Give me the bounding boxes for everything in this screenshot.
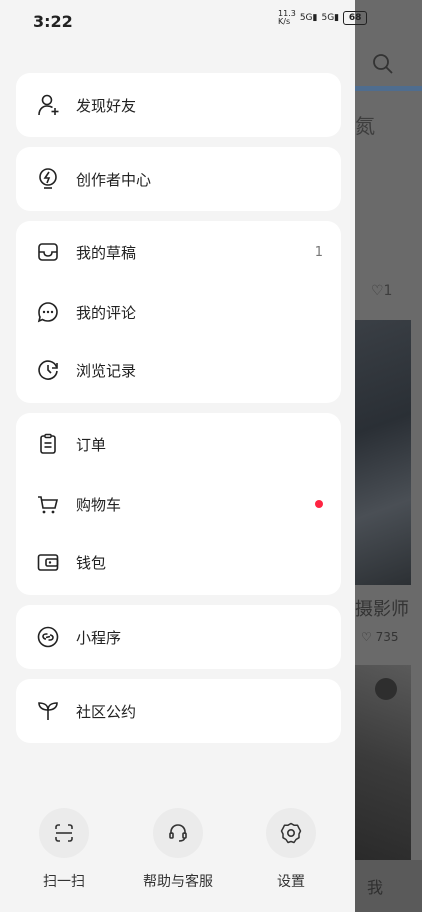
background-post-title: 摄影师 <box>355 599 409 620</box>
menu-item-mini-programs[interactable]: 小程序 <box>16 608 341 666</box>
discover-friends-card: 发现好友 <box>16 73 341 137</box>
drafts-count-badge: 1 <box>314 244 323 260</box>
search-icon[interactable] <box>371 52 395 76</box>
network-speed: 11.3 K/s <box>278 9 296 26</box>
comment-icon <box>37 302 58 323</box>
battery-icon: 68 <box>343 11 368 25</box>
background-photo <box>355 320 411 585</box>
inbox-icon <box>38 243 58 261</box>
cart-notification-dot <box>315 500 323 508</box>
community-card: 社区公约 <box>16 679 341 743</box>
headset-icon <box>153 808 203 858</box>
scan-button[interactable]: 扫一扫 <box>9 808 119 891</box>
history-icon <box>38 360 58 380</box>
cart-icon <box>38 496 59 514</box>
background-feed: 氮 ♡1 摄影师 ♡ 735 我 <box>355 0 422 912</box>
help-button[interactable]: 帮助与客服 <box>123 808 233 891</box>
menu-label: 我的评论 <box>76 303 137 322</box>
menu-label: 创作者中心 <box>76 170 152 189</box>
menu-item-community[interactable]: 社区公约 <box>16 682 341 740</box>
lightbulb-icon <box>39 168 57 189</box>
menu-item-creator-center[interactable]: 创作者中心 <box>16 150 341 208</box>
creator-center-card: 创作者中心 <box>16 147 341 211</box>
shopping-card: 订单 购物车 钱包 <box>16 413 341 595</box>
menu-item-my-drafts[interactable]: 我的草稿 1 <box>16 223 341 281</box>
menu-label: 订单 <box>76 435 107 454</box>
order-icon <box>40 433 56 454</box>
signal-icon-2: 5G▮ <box>321 13 340 23</box>
activity-card: 我的草稿 1 我的评论 浏览记录 <box>16 221 341 403</box>
menu-label: 小程序 <box>76 628 122 647</box>
menu-item-discover-friends[interactable]: 发现好友 <box>16 76 341 134</box>
menu-item-history[interactable]: 浏览记录 <box>16 341 341 399</box>
play-icon <box>375 678 397 700</box>
help-label: 帮助与客服 <box>143 874 213 890</box>
status-icons: 11.3 K/s 5G▮ 5G▮ 68 <box>278 9 368 26</box>
mini-programs-card: 小程序 <box>16 605 341 669</box>
background-likes: ♡ 735 <box>361 630 399 644</box>
side-drawer: 3:22 11.3 K/s 5G▮ 5G▮ 68 发现好友 创作者中心 我的草稿… <box>0 0 368 912</box>
menu-item-cart[interactable]: 购物车 <box>16 475 341 533</box>
link-icon <box>37 626 59 648</box>
menu-label: 购物车 <box>76 495 122 514</box>
menu-item-orders[interactable]: 订单 <box>16 415 341 473</box>
menu-label: 我的草稿 <box>76 243 137 262</box>
sprout-icon <box>38 702 58 720</box>
heart-icon: ♡1 <box>371 283 393 299</box>
background-banner <box>355 86 422 91</box>
menu-item-wallet[interactable]: 钱包 <box>16 533 341 591</box>
menu-label: 浏览记录 <box>76 361 137 380</box>
status-time: 3:22 <box>33 12 73 31</box>
tab-me[interactable]: 我 <box>355 860 422 912</box>
settings-label: 设置 <box>277 874 305 890</box>
gear-icon <box>266 808 316 858</box>
signal-icon: 5G▮ <box>299 13 318 23</box>
scan-icon <box>39 808 89 858</box>
menu-label: 发现好友 <box>76 96 137 115</box>
scan-label: 扫一扫 <box>43 874 85 890</box>
wallet-icon <box>37 554 59 571</box>
menu-label: 社区公约 <box>76 702 137 721</box>
background-text: 氮 <box>355 114 375 138</box>
settings-button[interactable]: 设置 <box>236 808 346 891</box>
menu-label: 钱包 <box>76 553 107 572</box>
add-friend-icon <box>38 94 59 116</box>
bottom-shortcuts: 扫一扫 帮助与客服 设置 <box>0 808 355 908</box>
menu-item-my-comments[interactable]: 我的评论 <box>16 283 341 341</box>
